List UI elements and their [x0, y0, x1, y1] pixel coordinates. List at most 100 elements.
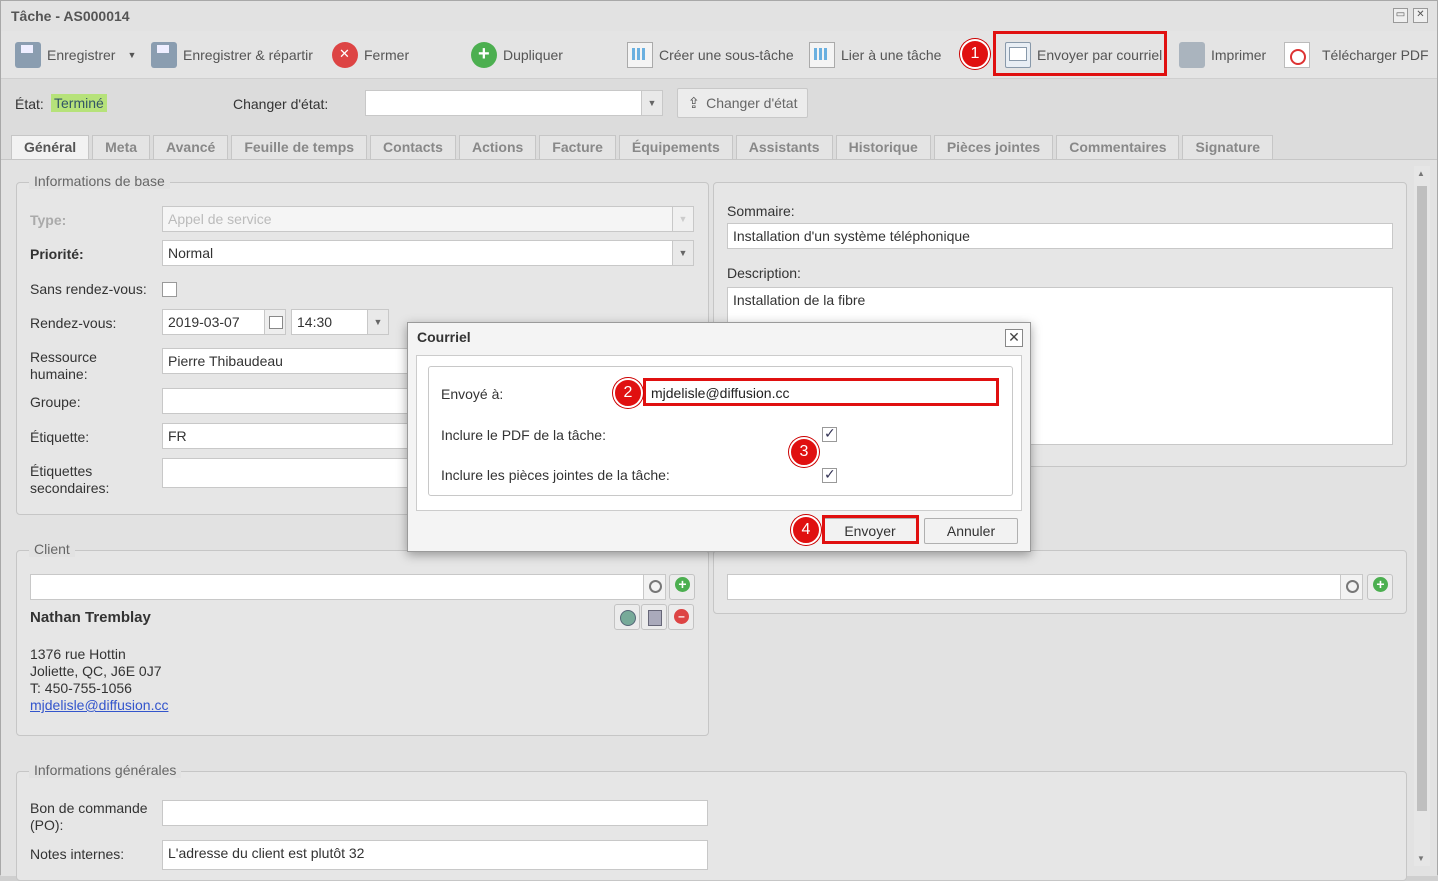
scroll-up-icon[interactable]: ▲ — [1417, 169, 1425, 178]
tab-general[interactable]: Général — [11, 135, 90, 159]
client-address-line1: 1376 rue Hottin — [30, 646, 126, 662]
tab-comments[interactable]: Commentaires — [1056, 135, 1180, 159]
highlight-recipient — [643, 378, 999, 406]
type-select: Appel de service ▼ — [162, 206, 694, 232]
tab-equipment[interactable]: Équipements — [618, 135, 733, 159]
tab-bar: Général Meta Avancé Feuille de temps Con… — [11, 135, 1274, 159]
tab-invoice[interactable]: Facture — [539, 135, 616, 159]
dialog-title: Courriel — [417, 329, 471, 345]
priority-select[interactable]: Normal ▼ — [162, 240, 694, 266]
close-label: Fermer — [364, 47, 410, 63]
no-appointment-label: Sans rendez-vous: — [30, 281, 147, 297]
save-dispatch-label: Enregistrer & répartir — [183, 47, 313, 63]
step-marker-2: 2 — [613, 378, 643, 408]
sent-to-label: Envoyé à: — [441, 386, 504, 402]
change-state-button-label: Changer d'état — [706, 95, 798, 111]
link-task-button[interactable]: Lier à une tâche — [809, 40, 941, 70]
appointment-date-value: 2019-03-07 — [168, 314, 240, 330]
duplicate-label: Dupliquer — [503, 47, 563, 63]
tab-history[interactable]: Historique — [835, 135, 931, 159]
highlight-send-email — [993, 31, 1167, 76]
po-label-line2: (PO): — [30, 817, 64, 833]
client-search-field[interactable] — [30, 574, 666, 600]
state-badge: Terminé — [51, 94, 107, 112]
vertical-scrollbar[interactable]: ▲ ▼ — [1414, 166, 1430, 866]
tab-actions[interactable]: Actions — [458, 135, 537, 159]
search-icon[interactable] — [1340, 575, 1362, 599]
add-client-icon[interactable] — [669, 574, 695, 600]
add-location-icon[interactable] — [1367, 574, 1393, 600]
human-resource-label: Ressource humaine: — [30, 349, 97, 383]
summary-label: Sommaire: — [727, 203, 795, 219]
tab-assistants[interactable]: Assistants — [735, 135, 833, 159]
step-marker-1: 1 — [960, 39, 990, 69]
type-label: Type: — [30, 212, 67, 228]
address-book-icon[interactable] — [641, 604, 667, 630]
change-state-select[interactable]: ▼ — [365, 90, 663, 116]
close-window-icon[interactable]: ✕ — [1413, 8, 1428, 23]
include-attachments-checkbox[interactable] — [822, 466, 837, 483]
tab-contacts[interactable]: Contacts — [370, 135, 456, 159]
no-appointment-checkbox[interactable] — [162, 282, 177, 297]
tab-signature[interactable]: Signature — [1182, 135, 1274, 159]
location-section — [713, 550, 1407, 614]
group-label: Groupe: — [30, 394, 81, 410]
include-pdf-checkbox[interactable] — [822, 425, 837, 442]
general-info-legend: Informations générales — [29, 762, 182, 778]
step-marker-3: 3 — [789, 437, 819, 467]
save-label: Enregistrer — [47, 47, 116, 63]
change-state-button[interactable]: ⇪ Changer d'état — [677, 88, 808, 118]
duplicate-icon — [471, 42, 497, 68]
save-dispatch-button[interactable]: Enregistrer & répartir — [151, 40, 313, 70]
print-button[interactable]: Imprimer — [1179, 40, 1266, 70]
summary-field[interactable]: Installation d'un système téléphonique — [727, 223, 1393, 249]
change-state-label: Changer d'état: — [233, 96, 329, 112]
calendar-icon[interactable] — [264, 310, 285, 334]
close-icon — [332, 42, 358, 68]
title-bar: Tâche - AS000014 ▭ ✕ — [1, 1, 1437, 31]
scroll-down-icon[interactable]: ▼ — [1417, 854, 1425, 863]
client-legend: Client — [29, 541, 75, 557]
create-subtask-button[interactable]: Créer une sous-tâche — [627, 40, 794, 70]
tab-advanced[interactable]: Avancé — [153, 135, 229, 159]
maximize-icon[interactable]: ▭ — [1393, 8, 1408, 23]
link-task-icon — [809, 42, 835, 68]
client-name: Nathan Tremblay — [30, 609, 151, 626]
internal-notes-field[interactable]: L'adresse du client est plutôt 32 — [162, 840, 708, 870]
search-icon[interactable] — [643, 575, 665, 599]
general-info-section: Informations générales Bon de commande (… — [16, 762, 1407, 881]
close-icon[interactable]: ✕ — [1005, 329, 1023, 347]
highlight-send-button — [822, 515, 919, 544]
close-button[interactable]: Fermer — [332, 40, 409, 70]
tab-meta[interactable]: Meta — [92, 135, 151, 159]
human-resource-label-line2: humaine: — [30, 366, 88, 382]
save-button[interactable]: Enregistrer ▼ — [15, 40, 136, 70]
scrollbar-thumb[interactable] — [1417, 186, 1427, 811]
chevron-down-icon[interactable]: ▼ — [127, 50, 136, 60]
duplicate-button[interactable]: Dupliquer — [471, 40, 563, 70]
basic-info-legend: Informations de base — [29, 173, 170, 189]
include-attachments-label: Inclure les pièces jointes de la tâche: — [441, 467, 670, 483]
client-address-line2: Joliette, QC, J6E 0J7 — [30, 663, 162, 679]
client-email-link[interactable]: mjdelisle@diffusion.cc — [30, 697, 168, 713]
cancel-button[interactable]: Annuler — [924, 518, 1018, 544]
chevron-down-icon[interactable]: ▼ — [672, 241, 693, 265]
tab-timesheet[interactable]: Feuille de temps — [231, 135, 368, 159]
save-dispatch-icon — [151, 42, 177, 68]
chevron-down-icon[interactable]: ▼ — [641, 91, 662, 115]
globe-icon[interactable] — [614, 604, 640, 630]
create-subtask-label: Créer une sous-tâche — [659, 47, 794, 63]
secondary-tags-label-line2: secondaires: — [30, 480, 110, 496]
toolbar: Enregistrer ▼ Enregistrer & répartir Fer… — [1, 31, 1437, 79]
appointment-date-field[interactable]: 2019-03-07 — [162, 309, 286, 335]
location-search-field[interactable] — [727, 574, 1363, 600]
subtask-icon — [627, 42, 653, 68]
include-pdf-label: Inclure le PDF de la tâche: — [441, 427, 606, 443]
appointment-time-field[interactable]: 14:30 ▼ — [291, 309, 389, 335]
remove-client-icon[interactable] — [668, 604, 694, 630]
po-field[interactable] — [162, 800, 708, 826]
tab-attachments[interactable]: Pièces jointes — [933, 135, 1054, 159]
chevron-down-icon[interactable]: ▼ — [367, 310, 388, 334]
download-pdf-button[interactable]: Télécharger PDF — [1284, 40, 1429, 70]
secondary-tags-label: Étiquettes secondaires: — [30, 463, 109, 497]
